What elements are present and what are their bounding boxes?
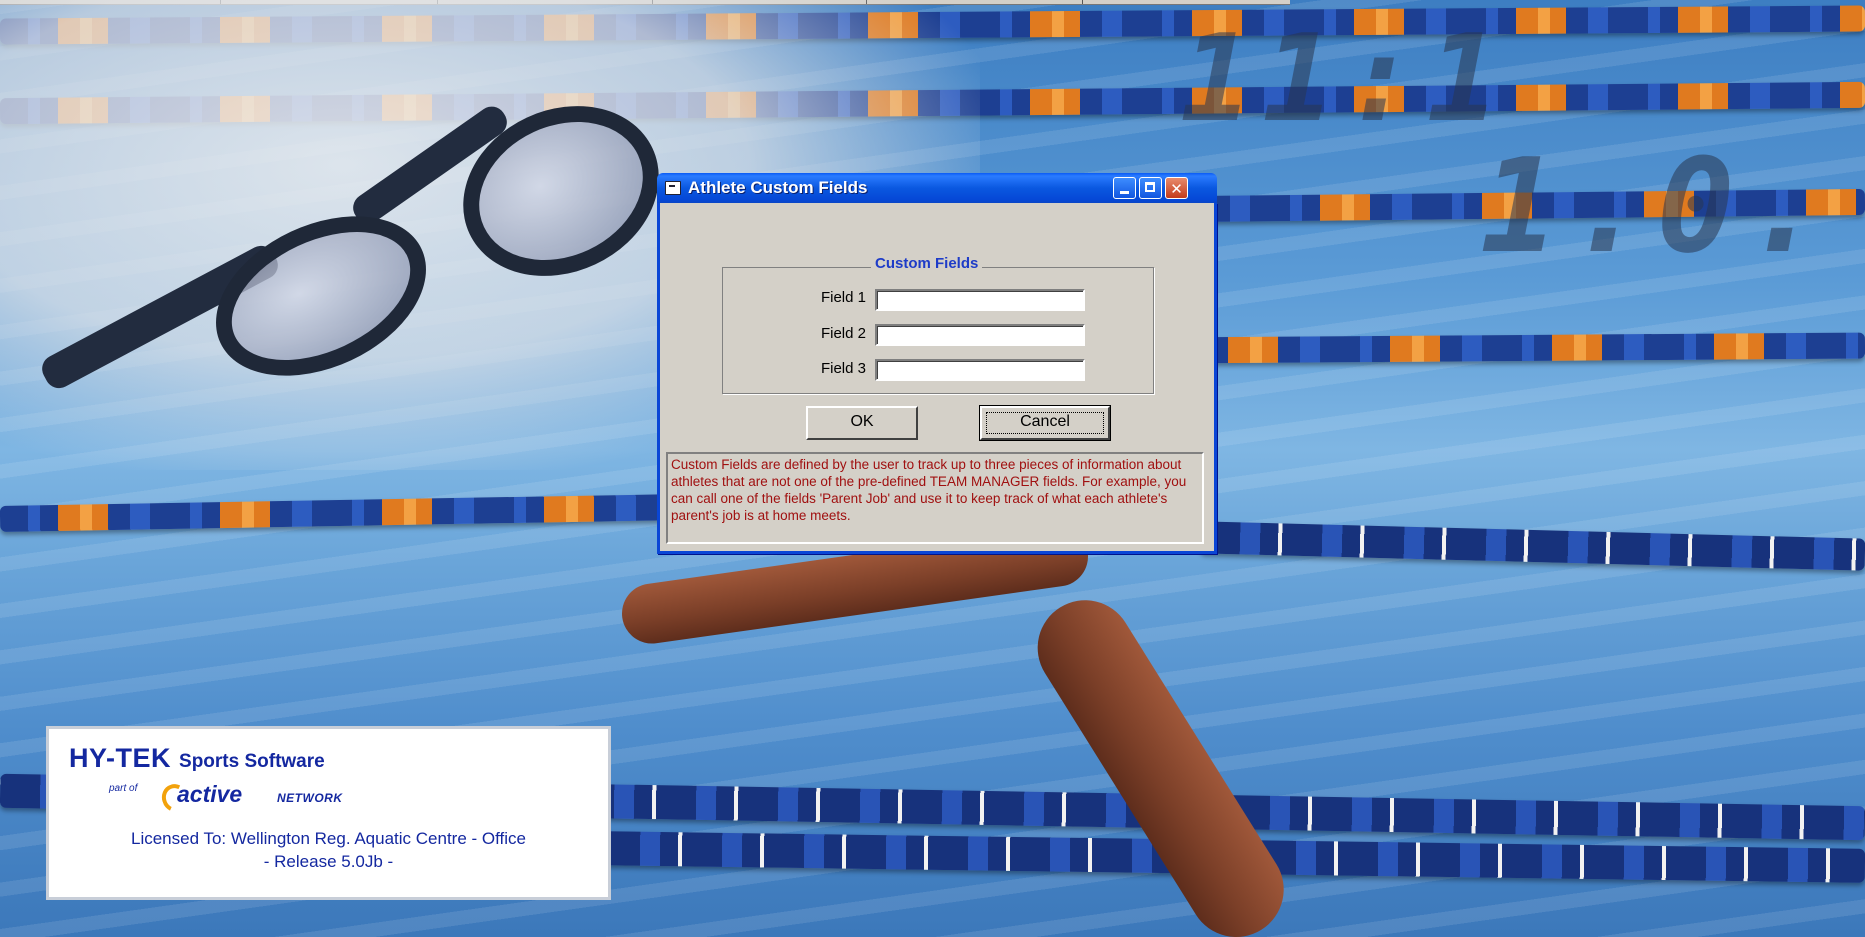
dialog-title: Athlete Custom Fields — [688, 178, 868, 197]
ok-button[interactable]: OK — [806, 406, 918, 440]
field-3-input[interactable] — [875, 359, 1085, 381]
minimize-button[interactable] — [1113, 177, 1136, 199]
dialog-title-bar[interactable]: Athlete Custom Fields ✕ — [657, 173, 1217, 203]
licensed-to-text: Licensed To: Wellington Reg. Aquatic Cen… — [130, 829, 526, 848]
brand-sub-text: Sports Software — [179, 751, 325, 772]
brand-main-text: HY-TEK — [69, 743, 172, 773]
window-icon — [665, 181, 681, 195]
hytek-logo: HY-TEK Sports Software — [69, 743, 325, 774]
field-2-label: Field 2 — [820, 325, 866, 342]
part-of-text: part of — [109, 783, 138, 794]
minimize-icon — [1120, 191, 1129, 194]
close-icon: ✕ — [1170, 180, 1183, 198]
clock-digits-bottom: 1.0. — [1480, 130, 1834, 282]
swimmer-arm — [1019, 582, 1302, 937]
close-button[interactable]: ✕ — [1165, 177, 1188, 199]
network-text: NETWORK — [277, 791, 343, 805]
maximize-button[interactable] — [1139, 177, 1162, 199]
athlete-custom-fields-dialog: Athlete Custom Fields ✕ Custom Fields Fi… — [657, 173, 1217, 554]
clock-digits-top: 11:1 — [1180, 10, 1509, 149]
field-3-label: Field 3 — [820, 360, 866, 377]
lane-rope — [0, 494, 681, 532]
focus-rectangle — [986, 412, 1104, 434]
lane-rope — [1199, 521, 1865, 571]
license-panel: HY-TEK Sports Software part of active NET… — [46, 726, 611, 900]
help-text-box: Custom Fields are defined by the user to… — [666, 452, 1204, 544]
maximize-icon — [1145, 182, 1155, 192]
custom-fields-group-title: Custom Fields — [871, 255, 983, 272]
lane-rope — [1169, 332, 1865, 364]
active-network-logo: active — [177, 781, 243, 807]
release-text: - Release 5.0Jb - — [263, 852, 394, 871]
field-1-label: Field 1 — [820, 289, 866, 306]
field-1-input[interactable] — [875, 289, 1085, 311]
cancel-button[interactable]: Cancel — [979, 405, 1111, 441]
field-2-input[interactable] — [875, 324, 1085, 346]
